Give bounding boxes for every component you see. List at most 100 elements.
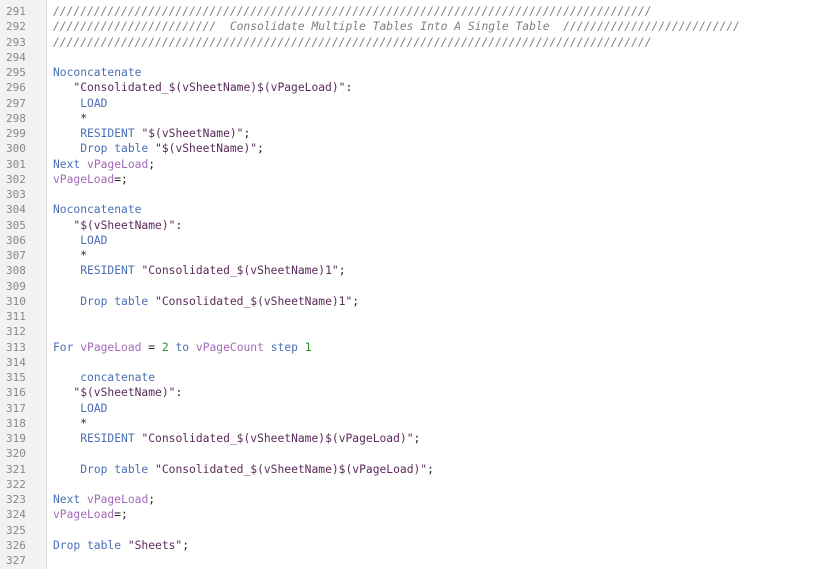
line-number: 311 <box>6 310 26 323</box>
string-token: "Consolidated_$(vSheetName)1" <box>141 264 339 278</box>
keyword-token: LOAD <box>80 96 108 110</box>
keyword-token: For <box>53 340 74 354</box>
code-line[interactable] <box>53 50 828 65</box>
string-token: "Consolidated_$(vSheetName)$(vPageLoad)" <box>141 432 414 445</box>
keyword-token: RESIDENT <box>80 127 135 140</box>
line-number: 298 <box>6 111 26 125</box>
code-line[interactable]: Next vPageLoad; <box>53 157 828 172</box>
keyword-token: Next <box>53 157 81 171</box>
line-number: 325 <box>6 523 26 537</box>
code-line[interactable]: Drop table "Sheets"; <box>53 538 828 553</box>
number-token: 1 <box>304 340 312 354</box>
code-line[interactable]: LOAD <box>53 233 828 248</box>
code-line[interactable]: Next vPageLoad; <box>53 492 828 507</box>
comment-token: ////////////////////////////////////////… <box>53 35 652 49</box>
text-token: * <box>53 416 88 430</box>
code-line[interactable] <box>53 446 828 461</box>
line-number: 316 <box>6 386 26 400</box>
code-line[interactable]: vPageLoad=; <box>53 507 828 522</box>
line-number: 309 <box>6 279 26 293</box>
code-line[interactable]: Noconcatenate <box>53 65 828 80</box>
code-line[interactable] <box>53 324 828 339</box>
punctuation-token: ; <box>148 493 156 506</box>
code-line[interactable] <box>53 355 828 370</box>
code-line[interactable]: "Consolidated_$(vSheetName)$(vPageLoad)"… <box>53 80 828 95</box>
keyword-token: Noconcatenate <box>53 203 142 217</box>
string-token: "Consolidated_$(vSheetName)$(vPageLoad)" <box>73 81 346 95</box>
code-line[interactable]: vPageLoad=; <box>53 172 828 187</box>
code-line[interactable] <box>53 477 828 492</box>
code-line[interactable] <box>53 279 828 294</box>
keyword-token: concatenate <box>80 371 156 384</box>
code-line[interactable]: ////////////////////////////////////////… <box>53 4 828 19</box>
code-line[interactable]: concatenate <box>53 370 828 385</box>
line-number: 294 <box>6 50 26 64</box>
code-line[interactable]: * <box>53 416 828 431</box>
line-number: 302 <box>6 172 26 186</box>
code-line[interactable]: "$(vSheetName)": <box>53 218 828 233</box>
code-line[interactable]: For vPageLoad = 2 to vPageCount step 1 <box>53 340 828 355</box>
code-line[interactable]: //////////////////////// Consolidate Mul… <box>53 19 828 34</box>
script-editor[interactable]: 291 292 293 294 295 296 297 298 299 300 301 302 303 3… <box>0 0 828 569</box>
keyword-token: Next <box>53 493 81 506</box>
code-line[interactable]: Noconcatenate <box>53 202 828 217</box>
string-token: "$(vSheetName)" <box>141 127 244 140</box>
line-number: 317 <box>6 401 26 415</box>
punctuation-token: : <box>175 218 183 232</box>
code-line[interactable] <box>53 523 828 538</box>
line-number: 306 <box>6 233 26 247</box>
punctuation-token: ; <box>148 157 156 171</box>
code-line[interactable]: RESIDENT "Consolidated_$(vSheetName)$(vP… <box>53 431 828 446</box>
code-line[interactable]: Drop table "Consolidated_$(vSheetName)1"… <box>53 294 828 309</box>
text-token: * <box>53 111 88 125</box>
keyword-token: Drop table <box>80 294 149 308</box>
code-line[interactable]: RESIDENT "$(vSheetName)"; <box>53 126 828 141</box>
line-number: 313 <box>6 340 26 354</box>
punctuation-token: ; <box>427 462 434 476</box>
line-number: 319 <box>6 432 26 445</box>
punctuation-token: =; <box>114 508 128 522</box>
keyword-token: RESIDENT <box>80 432 135 445</box>
variable-token: vPageLoad <box>53 508 115 522</box>
punctuation-token: ; <box>338 264 346 278</box>
code-line[interactable]: "$(vSheetName)": <box>53 385 828 400</box>
code-line[interactable]: * <box>53 248 828 263</box>
code-line[interactable] <box>53 553 828 568</box>
code-line[interactable]: LOAD <box>53 401 828 416</box>
variable-token: vPageCount <box>195 340 264 354</box>
variable-token: vPageLoad <box>87 493 149 506</box>
comment-token: //////////////////////// Consolidate Mul… <box>53 20 740 34</box>
code-line[interactable]: LOAD <box>53 96 828 111</box>
code-line[interactable] <box>53 309 828 324</box>
code-area[interactable]: ////////////////////////////////////////… <box>47 0 828 569</box>
code-line[interactable]: ////////////////////////////////////////… <box>53 35 828 50</box>
line-number: 315 <box>6 371 26 384</box>
code-line[interactable] <box>53 187 828 202</box>
punctuation-token: =; <box>114 172 128 186</box>
code-line[interactable]: RESIDENT "Consolidated_$(vSheetName)1"; <box>53 263 828 278</box>
keyword-token: LOAD <box>80 233 108 247</box>
variable-token: vPageLoad <box>53 172 115 186</box>
line-number: 295 <box>6 66 26 79</box>
code-line[interactable]: Drop table "Consolidated_$(vSheetName)$(… <box>53 462 828 477</box>
code-line[interactable]: Drop table "$(vSheetName)"; <box>53 141 828 156</box>
line-number: 310 <box>6 294 26 308</box>
punctuation-token: ; <box>257 142 264 156</box>
line-number: 323 <box>6 493 26 506</box>
line-number: 320 <box>6 447 26 461</box>
keyword-token: RESIDENT <box>80 264 135 278</box>
punctuation-token: : <box>345 81 353 95</box>
code-line[interactable]: * <box>53 111 828 126</box>
